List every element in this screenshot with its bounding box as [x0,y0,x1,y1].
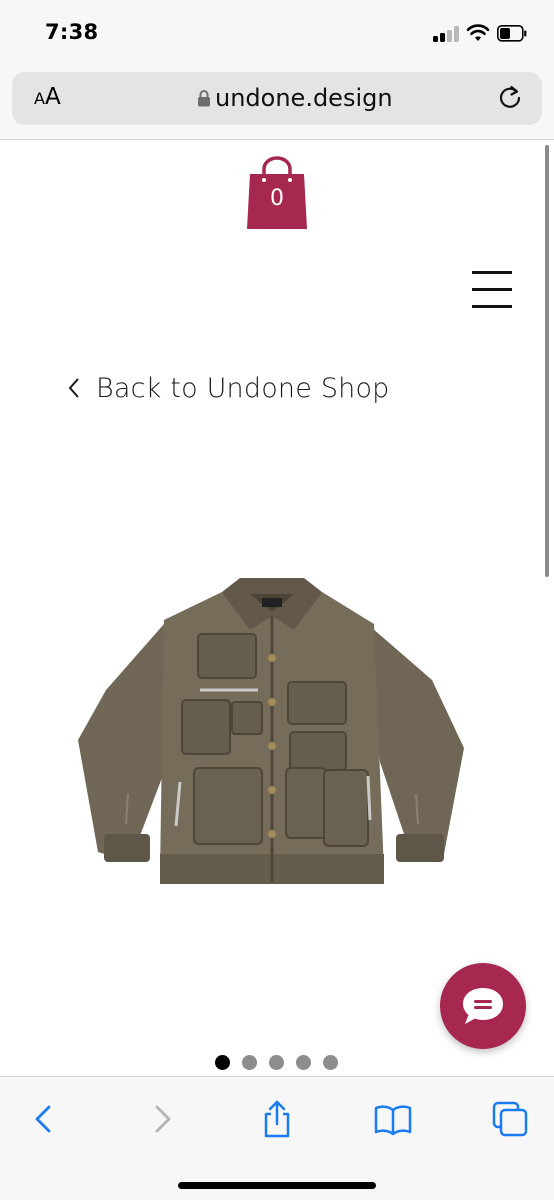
gallery-pagination [212,1055,344,1071]
home-indicator [178,1182,376,1189]
wifi-icon [466,24,490,41]
back-link-label: Back to Undone Shop [96,372,390,404]
gallery-dot-3[interactable] [269,1055,284,1070]
hamburger-menu-icon[interactable] [472,270,512,308]
text-size-large-label: A [44,84,61,110]
browser-chrome: AA undone.design [0,64,554,140]
back-to-shop-link[interactable]: Back to Undone Shop [66,370,390,406]
text-size-button[interactable]: AA [34,84,61,110]
tabs-icon[interactable] [490,1099,530,1139]
cellular-signal-icon [433,26,461,42]
chevron-right-icon[interactable] [142,1099,182,1139]
gallery-dot-1[interactable] [215,1055,230,1070]
battery-icon [497,25,527,42]
chevron-left-icon[interactable] [24,1099,64,1139]
reload-icon[interactable] [496,84,524,112]
gallery-dot-2[interactable] [242,1055,257,1070]
lock-icon [198,90,210,107]
status-bar: 7:38 [0,0,554,64]
product-image[interactable] [72,572,472,892]
cart-count: 0 [270,186,284,211]
chat-button[interactable] [440,963,526,1049]
gallery-dot-4[interactable] [296,1055,311,1070]
address-bar[interactable]: AA undone.design [12,72,542,125]
status-time: 7:38 [45,20,99,44]
url-text: undone.design [215,84,393,112]
share-icon[interactable] [257,1099,297,1139]
chat-bubble-icon [463,988,503,1024]
gallery-dot-5[interactable] [323,1055,338,1070]
text-size-small-label: A [34,89,45,108]
chevron-left-icon [68,378,79,398]
book-icon[interactable] [373,1099,413,1139]
scroll-indicator [545,145,549,577]
url-field[interactable]: undone.design [197,83,393,113]
